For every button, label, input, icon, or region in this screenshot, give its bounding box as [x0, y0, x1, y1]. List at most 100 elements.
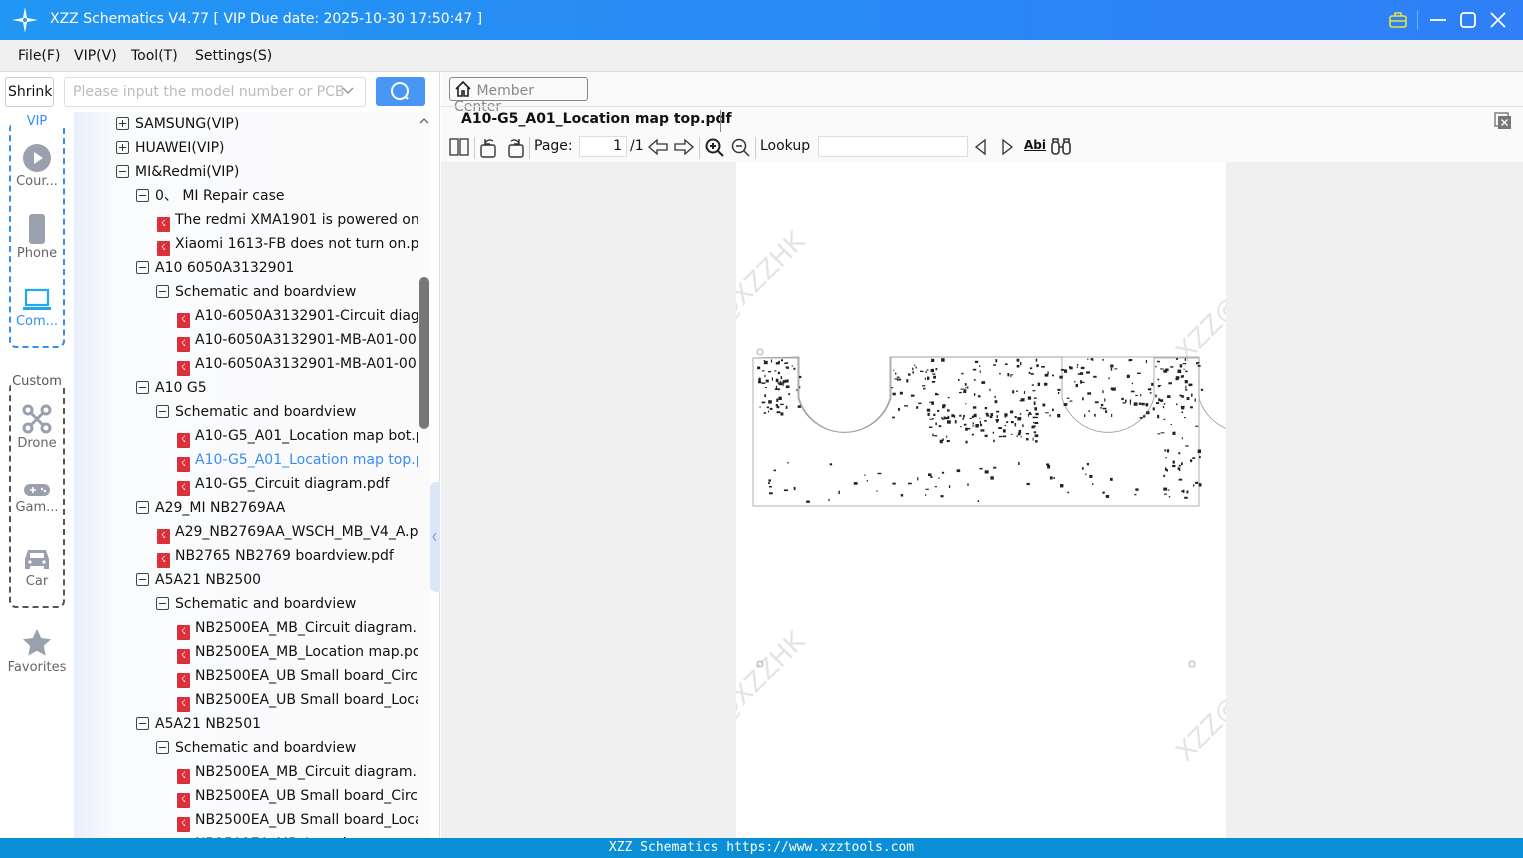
expand-icon[interactable] — [116, 141, 129, 154]
tree-file-item[interactable]: ☇ NB2500EA_UB Small board_Locat — [177, 808, 418, 832]
tree-folder-item[interactable]: 0、 MI Repair case — [136, 184, 418, 208]
menu-tool[interactable]: Tool(T) — [131, 48, 178, 64]
pdf-file-icon[interactable]: ☇ — [177, 673, 190, 688]
dual-page-icon[interactable] — [449, 138, 469, 156]
zoom-out-icon[interactable] — [731, 138, 751, 158]
collapse-icon[interactable] — [156, 405, 169, 418]
collapse-icon[interactable] — [156, 285, 169, 298]
next-page-icon[interactable] — [674, 138, 694, 156]
tree-file-item[interactable]: ☇ NB2765 NB2769 boardview.pdf — [157, 544, 418, 568]
tab-active-document[interactable]: A10-G5_A01_Location map top.pdf — [461, 111, 732, 127]
collapse-icon[interactable] — [156, 597, 169, 610]
pdf-file-icon[interactable]: ☇ — [177, 481, 190, 496]
expand-icon[interactable] — [116, 117, 129, 130]
sidebar-item-computer[interactable]: Com... — [0, 288, 74, 329]
pdf-file-icon[interactable]: ☇ — [177, 649, 190, 664]
collapse-icon[interactable] — [116, 165, 129, 178]
document-view[interactable]: XZZ@XZZHK XZZ@XZZHK XZZ@XZZHK XZZ@XZZHK — [441, 162, 1523, 838]
pdf-file-icon[interactable]: ☇ — [177, 793, 190, 808]
tree-folder-item[interactable]: Schematic and boardview — [156, 736, 418, 760]
tree-folder-item[interactable]: A5A21 NB2500 — [136, 568, 418, 592]
pdf-file-icon[interactable]: ☇ — [157, 241, 170, 256]
tree-folder-item[interactable]: Schematic and boardview — [156, 280, 418, 304]
pdf-file-icon[interactable]: ☇ — [157, 553, 170, 568]
pcb-component-mark — [965, 440, 968, 444]
collapse-icon[interactable] — [156, 741, 169, 754]
previous-page-icon[interactable] — [648, 138, 668, 156]
page-number-input[interactable]: 1 — [579, 136, 627, 157]
tree-folder-item[interactable]: A10 6050A3132901 — [136, 256, 418, 280]
pdf-file-icon[interactable]: ☇ — [177, 337, 190, 352]
tree-file-item[interactable]: ☇ The redmi XMA1901 is powered on v — [157, 208, 418, 232]
pdf-file-icon[interactable]: ☇ — [177, 361, 190, 376]
pdf-file-icon[interactable]: ☇ — [177, 769, 190, 784]
menu-file[interactable]: File(F) — [18, 48, 60, 64]
chevron-down-icon[interactable] — [341, 83, 355, 97]
find-previous-icon[interactable] — [973, 138, 989, 156]
close-all-tabs-icon[interactable] — [1494, 112, 1512, 130]
menu-vip[interactable]: VIP(V) — [74, 48, 117, 64]
search-button[interactable] — [376, 77, 425, 106]
tree-file-item[interactable]: ☇ NB2500EA_UB Small board_Circui — [177, 664, 418, 688]
sidebar-item-favorites[interactable]: Favorites — [0, 628, 74, 675]
pdf-file-icon[interactable]: ☇ — [177, 817, 190, 832]
tree-file-item[interactable]: ☇ NB2500EA_UB Small board_Circui — [177, 784, 418, 808]
zoom-in-icon[interactable] — [705, 138, 725, 158]
maximize-button[interactable] — [1456, 8, 1480, 32]
collapse-icon[interactable] — [136, 189, 149, 202]
find-next-icon[interactable] — [999, 138, 1015, 156]
tree-folder-item[interactable]: Schematic and boardview — [156, 592, 418, 616]
collapse-icon[interactable] — [136, 381, 149, 394]
collapse-icon[interactable] — [136, 261, 149, 274]
tree-folder-item[interactable]: A10 G5 — [136, 376, 418, 400]
tree-file-item[interactable]: ☇ A10-G5_A01_Location map bot.pc — [177, 424, 418, 448]
tree-file-item[interactable]: ☇ NB2500EA_MB_Location map.pdf — [177, 640, 418, 664]
binoculars-icon[interactable] — [1050, 138, 1072, 156]
tree-file-item[interactable]: ☇ NB2500EA_MB_Circuit diagram.pc — [177, 616, 418, 640]
lookup-input[interactable] — [818, 136, 968, 157]
tree-file-item[interactable]: ☇ NB2500EA_MB_Circuit diagram.pc — [177, 760, 418, 784]
shrink-button[interactable]: Shrink — [5, 77, 54, 107]
minimize-button[interactable] — [1426, 8, 1450, 32]
collapse-icon[interactable] — [136, 501, 149, 514]
search-input[interactable]: Please input the model number or PCB — [64, 77, 366, 107]
scroll-up-icon[interactable] — [418, 116, 430, 126]
tree-folder-item[interactable]: HUAWEI(VIP) — [116, 136, 418, 160]
tree-folder-item[interactable]: SAMSUNG(VIP) — [116, 112, 418, 136]
collapse-icon[interactable] — [136, 717, 149, 730]
rotate-left-icon[interactable] — [479, 138, 499, 158]
sidebar-item-car[interactable]: Car — [0, 546, 74, 589]
pdf-file-icon[interactable]: ☇ — [157, 217, 170, 232]
tree-folder-item[interactable]: Schematic and boardview — [156, 400, 418, 424]
pdf-file-icon[interactable]: ☇ — [177, 625, 190, 640]
tree-folder-item[interactable]: A5A21 NB2501 — [136, 712, 418, 736]
pdf-file-icon[interactable]: ☇ — [157, 529, 170, 544]
sidebar-item-drone[interactable]: Drone — [0, 404, 74, 451]
match-case-button[interactable]: Abi — [1024, 138, 1046, 152]
menu-settings[interactable]: Settings(S) — [195, 48, 272, 64]
tree-folder-item[interactable]: A29_MI NB2769AA — [136, 496, 418, 520]
member-center-button[interactable]: Member Center — [449, 77, 588, 115]
tree-file-item[interactable]: ☇ A29_NB2769AA_WSCH_MB_V4_A.pdf — [157, 520, 418, 544]
pdf-file-icon[interactable]: ☇ — [177, 457, 190, 472]
tree-folder-item[interactable]: MI&Redmi(VIP) — [116, 160, 418, 184]
sidebar-item-phone[interactable]: Phone — [0, 214, 74, 261]
pdf-file-icon[interactable]: ☇ — [177, 433, 190, 448]
sidebar-item-games[interactable]: Gam... — [0, 482, 74, 515]
pdf-file-icon[interactable]: ☇ — [177, 313, 190, 328]
pdf-file-icon[interactable]: ☇ — [177, 697, 190, 712]
tree-file-item[interactable]: ☇ A10-6050A3132901-MB-A01-001- — [177, 328, 418, 352]
collapse-icon[interactable] — [136, 573, 149, 586]
rotate-right-icon[interactable] — [505, 138, 525, 158]
tree-file-item[interactable]: ☇ Xiaomi 1613-FB does not turn on.pd — [157, 232, 418, 256]
tree-file-item[interactable]: ☇ A10-G5_A01_Location map top.pc — [177, 448, 418, 472]
close-button[interactable] — [1486, 8, 1510, 32]
sidebar-item-courses[interactable]: Cour... — [0, 144, 74, 189]
tree-file-item[interactable]: ☇ A10-G5_Circuit diagram.pdf — [177, 472, 418, 496]
tree-file-item[interactable]: ☇ A10-6050A3132901-Circuit diagra — [177, 304, 418, 328]
panel-collapse-handle[interactable] — [430, 482, 440, 592]
tree-file-item[interactable]: ☇ A10-6050A3132901-MB-A01-001- — [177, 352, 418, 376]
tree-file-item[interactable]: ☇ NB2500EA_UB Small board_Locat — [177, 688, 418, 712]
briefcase-icon[interactable] — [1386, 8, 1410, 32]
tree-scrollbar[interactable] — [419, 277, 429, 429]
